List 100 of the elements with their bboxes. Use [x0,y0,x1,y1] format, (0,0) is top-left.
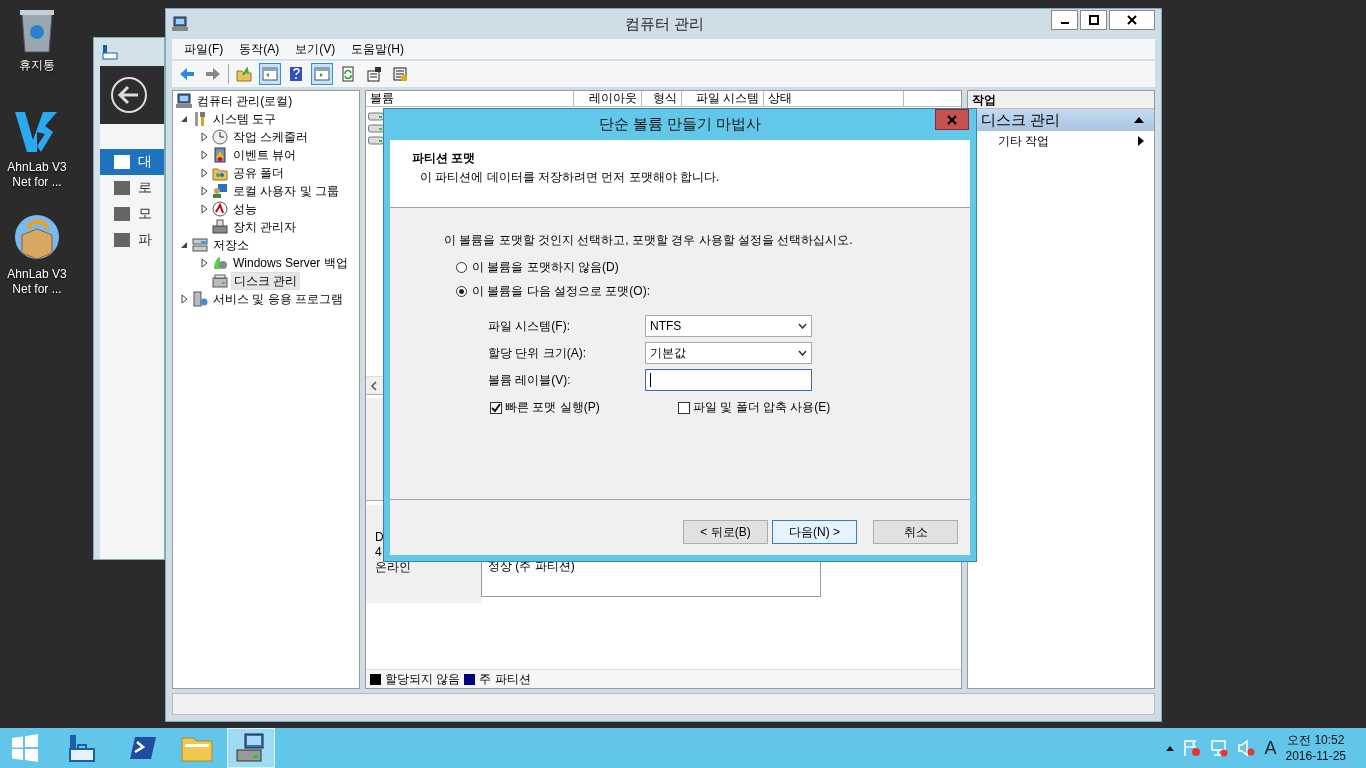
services-icon [192,291,208,307]
radio-button[interactable] [456,285,467,297]
users-icon [212,183,228,199]
tree-item[interactable]: 디스크 관리 [231,272,301,290]
radio-button[interactable] [456,261,467,273]
action-item[interactable]: 기타 작업 [968,131,1154,151]
checkbox[interactable] [678,401,690,414]
show-action-pane-icon[interactable] [311,63,333,85]
expand-arrow-icon[interactable] [199,186,209,196]
menu-item[interactable]: 동작(A) [231,40,288,58]
expand-arrow-icon[interactable] [199,258,209,268]
checkbox[interactable] [490,401,502,414]
tree-item[interactable]: 공유 폴더 [231,165,287,181]
submenu-arrow-icon [1138,136,1144,146]
computer-disk-icon [235,733,267,763]
server-toolbox-icon [66,733,96,763]
server-toolbox-icon [102,44,118,60]
disk-icon [212,273,228,289]
dropdown-field[interactable]: 기본값 [645,342,812,364]
powershell-icon [129,735,157,761]
field-label: 할당 단위 크기(A): [488,344,587,362]
show-hidden-icons-icon[interactable] [1166,745,1175,751]
nav-item[interactable]: 파 [100,227,164,253]
volume-icon [368,135,384,145]
recycle-bin-icon [19,8,55,54]
tree-item[interactable]: 장치 관리자 [231,219,299,235]
files-icon [114,233,130,247]
expand-arrow-icon[interactable] [199,204,209,214]
tools-icon [192,111,208,127]
tree-item[interactable]: Windows Server 백업 [231,255,350,271]
tree-item[interactable]: 저장소 [211,237,251,253]
maximize-button[interactable] [1080,10,1107,30]
nav-item[interactable]: 대 [100,149,164,175]
desktop-icon-label[interactable]: AhnLab V3 Net for ... [7,160,67,190]
expand-arrow-icon[interactable] [199,168,209,178]
share-icon [212,165,228,181]
close-button[interactable] [1109,10,1155,30]
back-button[interactable]: < 뒤로(B) [683,520,768,544]
tree-item[interactable]: 이벤트 뷰어 [231,147,299,163]
radio-label[interactable]: 이 볼륨을 포맷하지 않음(D) [472,258,619,276]
back-circle-icon[interactable] [110,76,148,114]
computer-icon [172,16,188,32]
minimize-button[interactable] [1051,10,1078,30]
nav-item[interactable]: 로 [100,175,164,201]
dialog-title: 단순 볼륨 만들기 마법사 [598,115,762,134]
menu-item[interactable]: 파일(F) [176,40,232,58]
desktop-icon-label[interactable]: AhnLab V3 Net for ... [7,267,67,297]
window-title: 컴퓨터 관리 [623,14,706,34]
dropdown-caret-icon [798,350,807,356]
collapse-caret-icon[interactable] [1134,117,1144,123]
expand-arrow-icon[interactable] [179,294,189,304]
expand-arrow-icon[interactable] [199,150,209,160]
desktop-icon-label[interactable]: 휴지통 [19,58,55,73]
menu-item[interactable]: 보기(V) [287,40,344,58]
network-error-icon[interactable] [1210,739,1229,757]
flag-error-icon[interactable] [1183,739,1202,757]
all-icon [114,207,130,221]
tree-item[interactable]: 성능 [231,201,259,217]
tree-item[interactable]: 서비스 및 응용 프로그램 [211,291,345,307]
disk-info-text: 4 [375,545,383,560]
text-field[interactable] [645,369,812,391]
default-button[interactable]: 다음(N) > [772,520,857,544]
partition-status: 정상 (주 파티션) [488,559,575,573]
nav-item[interactable]: 모 [100,201,164,227]
dashboard-icon [114,155,130,169]
page-subheading: 이 파티션에 데이터를 저장하려면 먼저 포맷해야 합니다. [419,169,721,186]
tree-item[interactable]: 컴퓨터 관리(로컬) [195,93,295,109]
computer-icon [176,93,192,109]
minimize-icon [1060,22,1069,24]
local-icon [114,181,130,195]
dropdown-field[interactable]: NTFS [645,315,812,337]
expand-arrow-icon[interactable] [199,132,209,142]
disk-info-text: 온라인 [375,560,412,575]
collapse-arrow-icon[interactable] [179,114,189,124]
show-tree-icon[interactable] [259,63,281,85]
storage-icon [192,237,208,253]
tree-item[interactable]: 시스템 도구 [211,111,279,127]
cancel-button[interactable]: 취소 [873,520,958,544]
backup-icon [212,255,228,271]
input-method-indicator[interactable]: A [1264,737,1277,759]
tree-item[interactable]: 로컬 사용자 및 그룹 [231,183,341,199]
disk-info-text: D [375,530,385,545]
checkbox-label[interactable]: 빠른 포맷 실행(P) [505,399,600,416]
tree-item[interactable]: 작업 스케줄러 [231,129,311,145]
clock[interactable]: 오전 10:52 2016-11-25 [1285,732,1346,764]
volume-icon [368,123,384,133]
performance-icon [212,201,228,217]
instruction-text: 이 볼륨을 포맷할 것인지 선택하고, 포맷할 경우 사용할 설정을 선택하십시오. [444,232,854,249]
checkbox-label[interactable]: 파일 및 폴더 압축 사용(E) [693,399,831,416]
maximize-icon [1088,15,1099,25]
folder-icon [181,734,213,762]
start-windows-icon[interactable] [11,734,39,762]
collapse-arrow-icon[interactable] [179,240,189,250]
page-heading: 파티션 포맷 [412,150,477,167]
clock-icon [212,129,228,145]
menu-item[interactable]: 도움말(H) [343,40,412,58]
radio-label[interactable]: 이 볼륨을 다음 설정으로 포맷(O): [472,282,650,300]
device-icon [212,219,228,235]
speaker-muted-icon[interactable] [1237,739,1256,757]
taskbar-button[interactable] [227,728,275,768]
